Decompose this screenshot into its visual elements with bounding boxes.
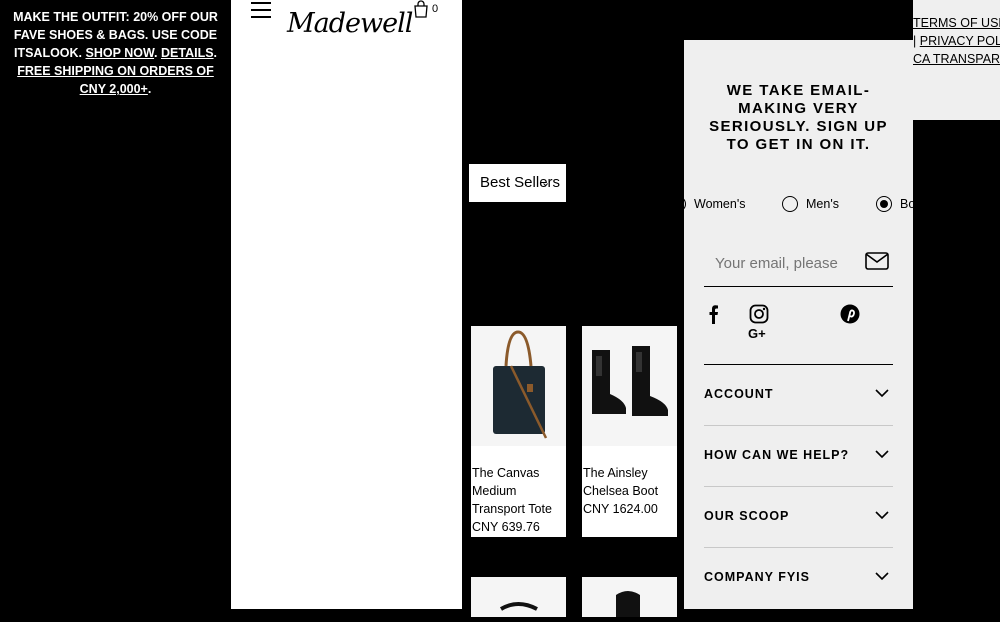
terms-link[interactable]: TERMS OF USE	[913, 16, 1000, 30]
product-card[interactable]: The Ainsley Chelsea Boot CNY 1624.00	[582, 326, 677, 537]
chevron-down-icon	[875, 572, 889, 581]
chevron-down-icon: ⌄	[541, 177, 551, 189]
email-input[interactable]	[713, 254, 867, 273]
shop-now-link[interactable]: SHOP NOW	[86, 46, 155, 60]
product-card[interactable]: The Canvas Medium Transport Tote CNY 639…	[471, 326, 566, 537]
accordion-scoop[interactable]: OUR SCOOP	[704, 486, 893, 547]
privacy-link[interactable]: PRIVACY POLICY	[920, 34, 1000, 48]
accordion-label: COMPANY FYIS	[704, 570, 810, 584]
promo-banner: MAKE THE OUTFIT: 20% OFF OUR FAVE SHOES …	[0, 0, 231, 609]
radio-label: Men's	[806, 197, 839, 211]
accordion-company[interactable]: COMPANY FYIS	[704, 547, 893, 608]
radio-mens[interactable]: Men's	[782, 196, 839, 212]
logo[interactable]: Madewell	[287, 8, 413, 39]
envelope-icon[interactable]	[865, 252, 889, 270]
product-name[interactable]: The Ainsley Chelsea Boot	[583, 464, 676, 500]
product-image	[582, 326, 677, 446]
radio-label: Both	[900, 197, 913, 211]
product-image	[471, 577, 566, 617]
chevron-down-icon	[875, 389, 889, 398]
product-image	[582, 577, 677, 617]
signup-heading: WE TAKE EMAIL-MAKING VERY SERIOUSLY. SIG…	[709, 82, 888, 153]
site-header: Madewell 0	[231, 0, 462, 609]
shopping-bag-icon[interactable]	[413, 0, 429, 18]
radio-womens[interactable]: Women's	[684, 196, 745, 212]
accordion-help[interactable]: HOW CAN WE HELP?	[704, 425, 893, 486]
radio-both[interactable]: Both	[876, 196, 913, 212]
radio-circle	[876, 196, 892, 212]
details-link[interactable]: DETAILS	[161, 46, 214, 60]
product-card[interactable]	[471, 577, 566, 617]
accordion-label: OUR SCOOP	[704, 509, 790, 523]
sort-filter-dropdown[interactable]: Best Sellers ⌄	[469, 164, 566, 202]
menu-icon[interactable]	[251, 2, 271, 18]
ca-transparency-link[interactable]: CA TRANSPARENCY ACT	[913, 52, 1000, 66]
accordion-label: ACCOUNT	[704, 387, 774, 401]
cart-count: 0	[432, 3, 439, 15]
accordion-label: HOW CAN WE HELP?	[704, 448, 850, 462]
accordion-account[interactable]: ACCOUNT	[704, 364, 893, 425]
facebook-icon[interactable]	[708, 304, 718, 324]
radio-circle	[684, 196, 686, 212]
product-price: CNY 639.76	[472, 520, 540, 534]
product-image	[471, 326, 566, 446]
legal-links: TERMS OF USE | PRIVACY POLICY | CA TRANS…	[913, 0, 1000, 120]
radio-circle	[782, 196, 798, 212]
footer-accordion: ACCOUNT HOW CAN WE HELP? OUR SCOOP COMPA…	[704, 364, 893, 608]
product-name[interactable]: The Canvas Medium Transport Tote	[472, 464, 565, 518]
pinterest-icon[interactable]	[840, 304, 860, 324]
chevron-down-icon	[875, 511, 889, 520]
radio-label: Women's	[694, 197, 746, 211]
google-plus-icon[interactable]: G+	[748, 326, 766, 341]
product-price: CNY 1624.00	[583, 502, 658, 516]
gender-radio-group: Women's Men's Both	[684, 196, 913, 218]
email-signup	[704, 240, 893, 287]
chevron-down-icon	[875, 450, 889, 459]
product-card[interactable]	[582, 577, 677, 617]
instagram-icon[interactable]	[749, 304, 769, 324]
footer-panel: WE TAKE EMAIL-MAKING VERY SERIOUSLY. SIG…	[684, 40, 913, 609]
free-shipping-link[interactable]: FREE SHIPPING ON ORDERS OF CNY 2,000+	[17, 64, 214, 96]
